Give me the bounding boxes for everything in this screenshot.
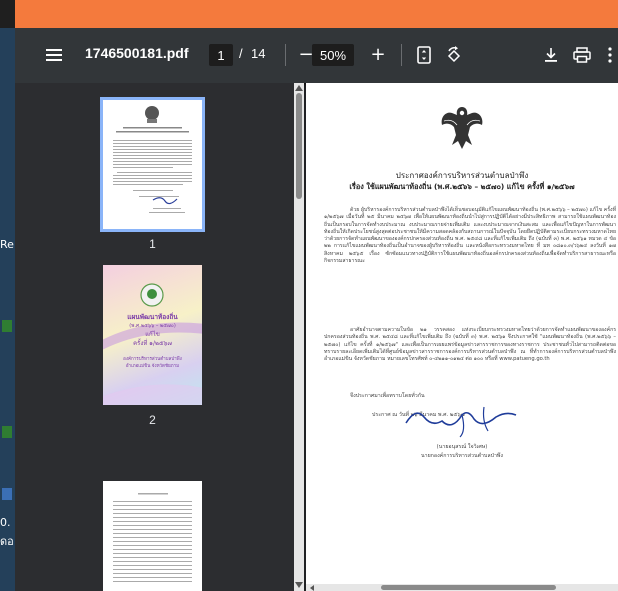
toolbar-divider xyxy=(285,44,286,66)
rotate-icon[interactable] xyxy=(443,44,465,66)
desktop-icon xyxy=(2,426,12,438)
document-heading: ประกาศองค์การบริหารส่วนตำบลป่าพึง xyxy=(395,171,529,180)
file-name: 1746500181.pdf xyxy=(85,45,189,61)
scroll-left-arrow[interactable] xyxy=(310,585,314,591)
scroll-down-arrow[interactable] xyxy=(295,582,303,588)
thumbnail-page-content xyxy=(113,106,192,213)
browser-top-strip xyxy=(0,0,618,28)
print-icon[interactable] xyxy=(571,44,593,66)
horizontal-scrollbar[interactable] xyxy=(306,584,618,591)
cover-revision: แก้ไข xyxy=(145,331,160,338)
signer-title: นายกองค์การบริหารส่วนตำบลป่าพึง xyxy=(420,453,504,459)
document-view: ประกาศองค์การบริหารส่วนตำบลป่าพึง เรื่อง… xyxy=(306,83,618,591)
document-closing: จึงประกาศมาเพื่อทราบโดยทั่วกัน xyxy=(350,393,425,399)
zoom-in-button[interactable]: + xyxy=(367,42,389,66)
thumbnail-page-number: 1 xyxy=(149,237,156,251)
window-edge xyxy=(0,0,15,28)
toolbar-divider xyxy=(401,44,402,66)
desktop-text-fragment: Re xyxy=(0,238,14,251)
cover-period: (พ.ศ.๒๕๖๖ – ๒๕๗๐) xyxy=(129,323,176,329)
handwritten-signature xyxy=(405,406,517,438)
cover-organization: องค์การบริหารส่วนตำบลป่าพึง xyxy=(123,357,182,362)
more-vert-icon[interactable] xyxy=(605,44,615,66)
page-thumbnail-1[interactable] xyxy=(100,97,205,232)
signer-name: (นายอนุสรณ์ ใจวิเศษ) xyxy=(436,444,488,450)
cover-edition: ครั้งที่ ๑/๒๕๖๗ xyxy=(133,340,172,347)
page-separator: / xyxy=(239,46,243,61)
page-thumbnail-3[interactable] xyxy=(103,481,202,591)
menu-icon[interactable] xyxy=(43,45,65,65)
page-thumbnail-2[interactable]: แผนพัฒนาท้องถิ่น (พ.ศ.๒๕๖๖ – ๒๕๗๐) แก้ไข… xyxy=(103,265,202,405)
document-subject: เรื่อง ใช้แผนพัฒนาท้องถิ่น (พ.ศ.๒๕๖๖ – ๒… xyxy=(349,182,575,191)
cover-title: แผนพัฒนาท้องถิ่น xyxy=(127,313,178,321)
pdf-page: ประกาศองค์การบริหารส่วนตำบลป่าพึง เรื่อง… xyxy=(306,83,618,584)
thumbnail-page-content xyxy=(113,493,192,582)
fit-page-icon[interactable] xyxy=(414,44,434,66)
pdf-viewer: 1746500181.pdf 1 / 14 − 50% + 1 แผนพัฒนา… xyxy=(15,28,618,591)
page-count: 14 xyxy=(251,46,266,61)
sidebar-scroll-thumb[interactable] xyxy=(296,93,302,199)
scroll-up-arrow[interactable] xyxy=(295,85,303,91)
desktop-text-fragment: ดอ xyxy=(0,535,14,548)
download-icon[interactable] xyxy=(540,44,562,66)
document-paragraph: ด้วย ผู้บริหารองค์การบริหารส่วนตำบลป่าพึ… xyxy=(324,207,616,265)
pdf-toolbar: 1746500181.pdf 1 / 14 − 50% + xyxy=(15,28,618,83)
desktop-icon xyxy=(2,488,12,500)
desktop-text-fragment: 0. xyxy=(0,516,11,529)
desktop-background: Re 0. ดอ xyxy=(0,28,15,591)
desktop-icon xyxy=(2,320,12,332)
horizontal-scroll-thumb[interactable] xyxy=(381,585,556,590)
thumbnail-page-number: 2 xyxy=(149,413,156,427)
page-number-input[interactable]: 1 xyxy=(209,44,233,66)
zoom-level-input[interactable]: 50% xyxy=(312,44,354,66)
cover-location: อำเภอแม่ขิน จังหวัดชัยภาม xyxy=(125,364,180,369)
thumbnail-sidebar: 1 แผนพัฒนาท้องถิ่น (พ.ศ.๒๕๖๖ – ๒๕๗๐) แก้… xyxy=(15,83,295,591)
document-paragraph: อาศัยอำนาจตามความในข้อ ๒๑ วรรคสอง แห่งระ… xyxy=(324,327,616,363)
garuda-emblem-icon xyxy=(441,107,483,149)
